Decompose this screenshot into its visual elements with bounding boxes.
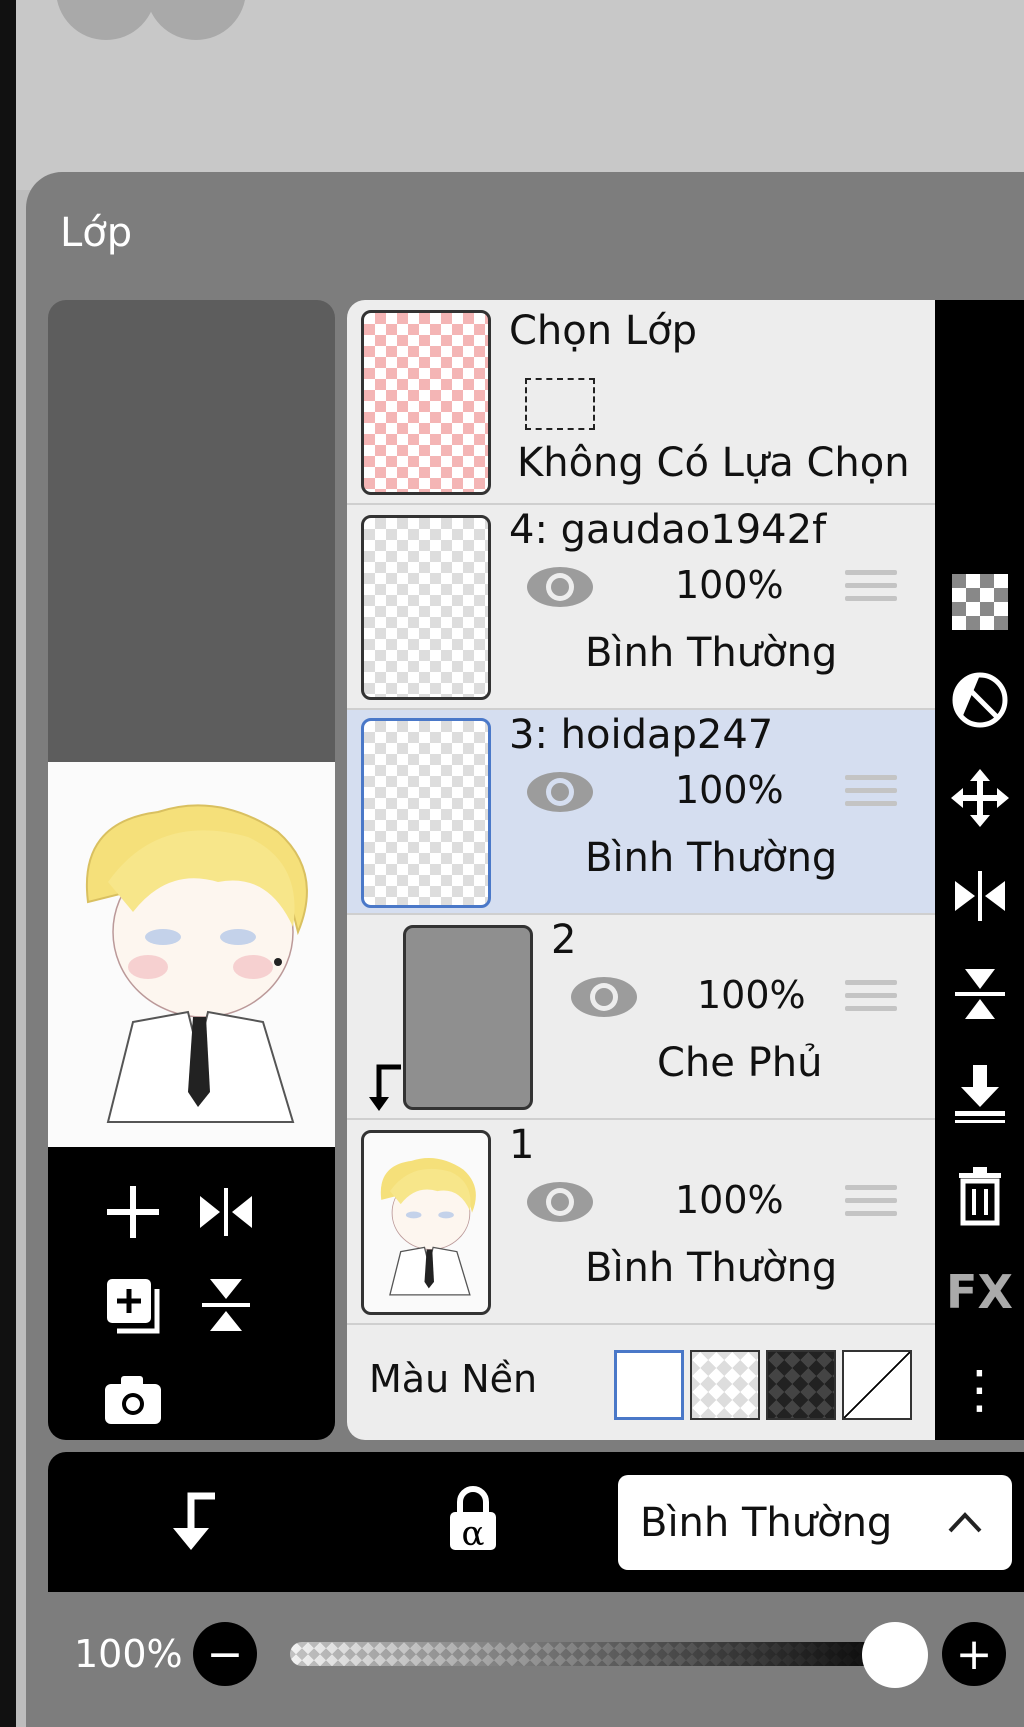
left-edge	[0, 0, 16, 1727]
alpha-lock-icon[interactable]: α	[443, 1484, 503, 1554]
opacity-slider-knob[interactable]	[862, 1622, 928, 1688]
layer-blend-mode: Bình Thường	[585, 1245, 838, 1291]
invert-icon[interactable]	[935, 670, 1024, 730]
layer-opacity: 100%	[675, 1178, 784, 1222]
flip-vertical-icon[interactable]	[196, 1275, 256, 1335]
background-none-swatch[interactable]	[842, 1350, 912, 1420]
opacity-value-label: 100%	[74, 1632, 183, 1676]
merge-down-icon[interactable]	[935, 1062, 1024, 1126]
trash-icon[interactable]	[935, 1164, 1024, 1228]
checker-icon[interactable]	[935, 572, 1024, 632]
layer-thumbnail	[361, 718, 491, 908]
drag-handle-icon[interactable]	[845, 1185, 897, 1224]
blend-mode-value: Bình Thường	[640, 1499, 893, 1546]
layer-blend-mode: Bình Thường	[585, 835, 838, 881]
camera-icon[interactable]	[103, 1372, 163, 1426]
opacity-minus-button[interactable]: −	[193, 1622, 257, 1686]
layer-thumbnail	[403, 925, 533, 1110]
eye-icon[interactable]	[525, 770, 595, 814]
clipping-toggle-icon[interactable]	[160, 1490, 220, 1554]
drag-handle-icon[interactable]	[845, 570, 897, 609]
preview-tools	[48, 1147, 335, 1440]
flip-horizontal-icon[interactable]	[196, 1182, 256, 1242]
alpha-label: α	[461, 1514, 485, 1554]
fx-icon[interactable]: FX	[935, 1262, 1024, 1322]
selection-layer-row[interactable]: Chọn Lớp Không Có Lựa Chọn	[347, 300, 935, 505]
selection-status: Không Có Lựa Chọn	[517, 440, 910, 486]
layer-thumbnail	[361, 1130, 491, 1315]
layer-opacity: 100%	[675, 768, 784, 812]
background-dark-checker-swatch[interactable]	[766, 1350, 836, 1420]
layer-opacity: 100%	[697, 973, 806, 1017]
clipping-arrow-icon	[369, 1064, 401, 1111]
layer-list: Chọn Lớp Không Có Lựa Chọn 4: gaudao1942…	[347, 300, 935, 1440]
layer-row[interactable]: 2 100% Che Phủ	[347, 915, 935, 1120]
background-light-checker-swatch[interactable]	[690, 1350, 760, 1420]
layer-blend-mode: Che Phủ	[657, 1040, 823, 1086]
canvas-preview[interactable]	[48, 300, 335, 1440]
selection-thumbnail	[361, 310, 491, 495]
selection-marquee-icon	[525, 378, 595, 430]
opacity-slider-track[interactable]	[290, 1642, 910, 1666]
layer-name: 3: hoidap247	[509, 712, 774, 758]
layer-blend-mode: Bình Thường	[585, 630, 838, 676]
more-icon[interactable]: ⋮	[935, 1350, 1024, 1430]
layer-opacity: 100%	[675, 563, 784, 607]
background-white-swatch[interactable]	[614, 1350, 684, 1420]
drag-handle-icon[interactable]	[845, 980, 897, 1019]
preview-image	[48, 762, 335, 1147]
eye-icon[interactable]	[569, 975, 639, 1019]
panel-title: Lớp	[60, 210, 133, 256]
flip-horizontal-icon[interactable]	[935, 866, 1024, 926]
drag-handle-icon[interactable]	[845, 775, 897, 814]
eye-icon[interactable]	[525, 565, 595, 609]
layer-row[interactable]: 1 100% Bình Thường	[347, 1120, 935, 1325]
layer-tools-sidebar: FX ⋮	[935, 300, 1024, 1440]
background-label: Màu Nền	[369, 1357, 538, 1401]
layer-name: 1	[509, 1122, 535, 1168]
eye-icon[interactable]	[525, 1180, 595, 1224]
opacity-plus-button[interactable]: +	[942, 1622, 1006, 1686]
layer-row-selected[interactable]: 3: hoidap247 100% Bình Thường	[347, 710, 935, 915]
top-toolbar-area	[16, 0, 1024, 190]
flip-vertical-icon[interactable]	[935, 964, 1024, 1024]
move-icon[interactable]	[935, 768, 1024, 828]
duplicate-layer-icon[interactable]	[103, 1275, 165, 1337]
layer-name: 4: gaudao1942f	[509, 507, 827, 553]
chevron-up-icon	[948, 1512, 982, 1533]
layer-row[interactable]: 4: gaudao1942f 100% Bình Thường	[347, 505, 935, 710]
redo-button[interactable]	[146, 0, 246, 40]
layer-thumbnail	[361, 515, 491, 700]
selection-layer-title: Chọn Lớp	[509, 308, 697, 354]
blend-mode-select[interactable]: Bình Thường	[618, 1475, 1012, 1570]
layer-name: 2	[551, 917, 577, 963]
add-layer-icon[interactable]	[103, 1182, 163, 1242]
undo-button[interactable]	[56, 0, 156, 40]
